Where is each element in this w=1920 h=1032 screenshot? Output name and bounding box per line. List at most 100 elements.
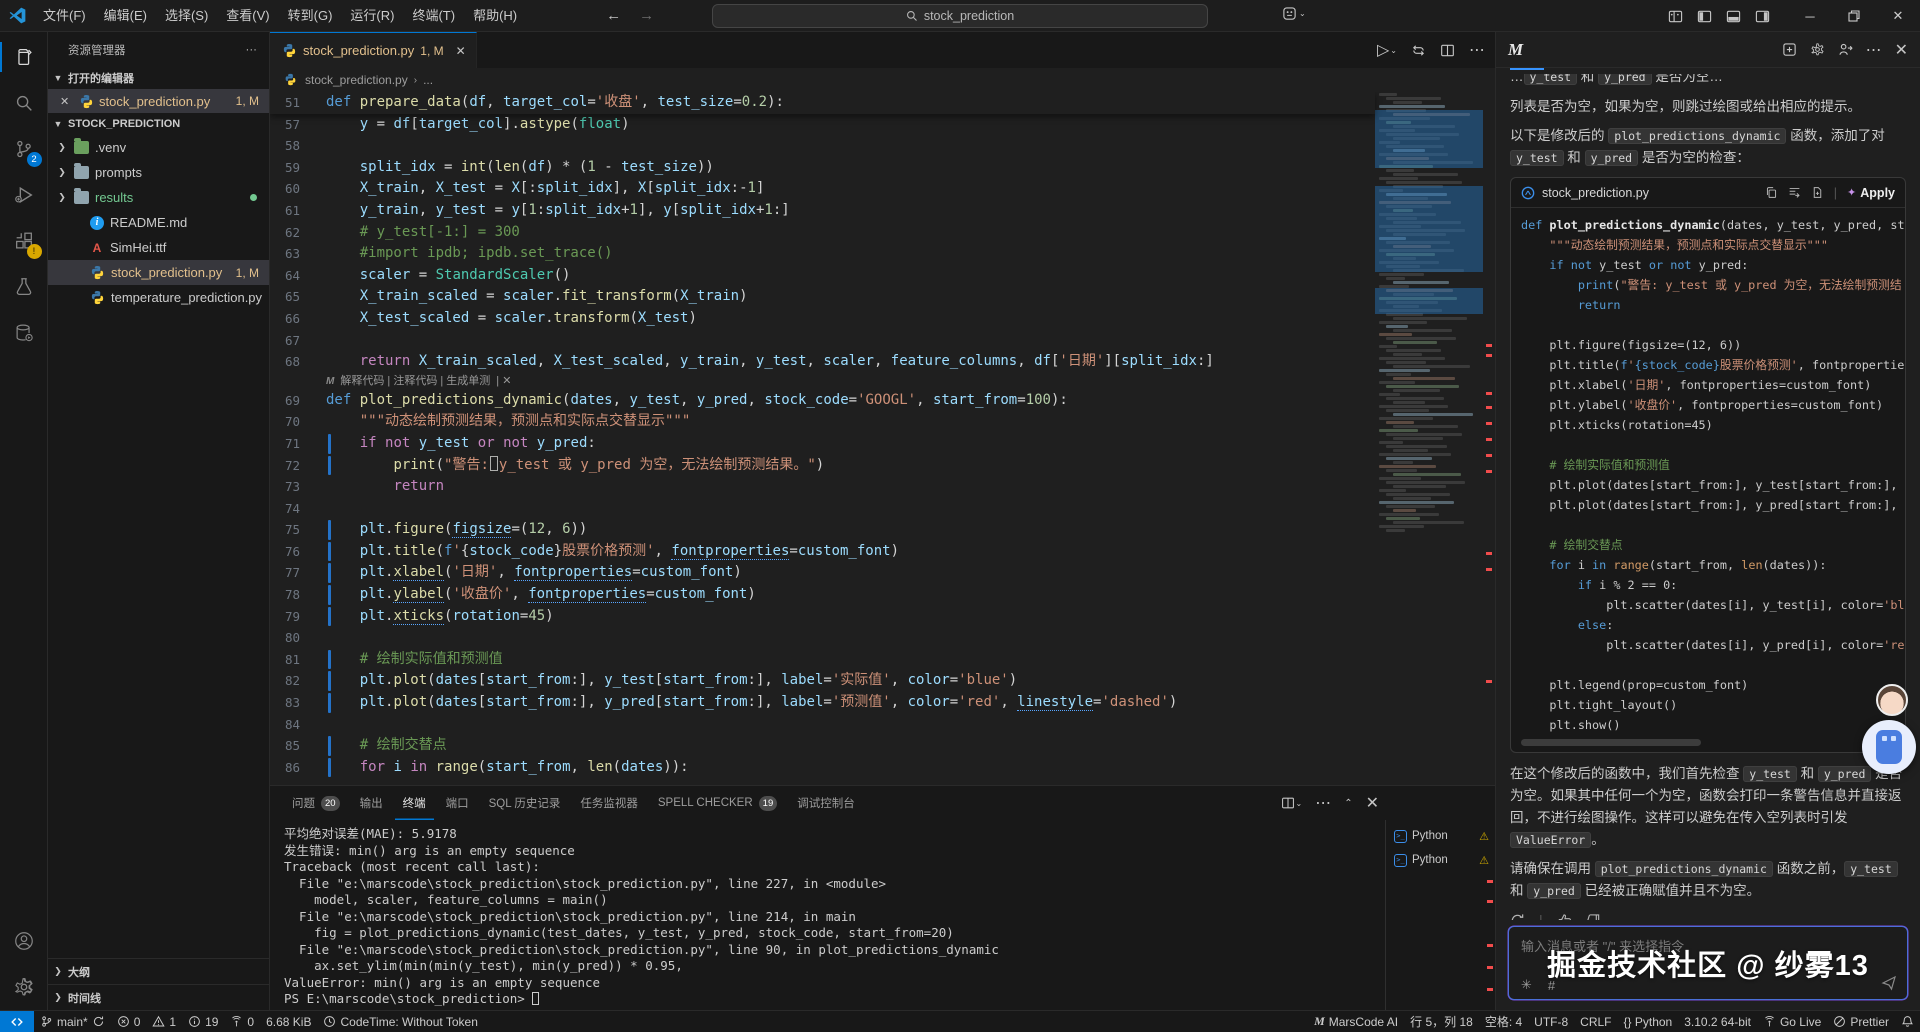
status-bell[interactable] [1895,1011,1920,1032]
regenerate-icon[interactable] [1510,913,1525,921]
new-file-code-icon[interactable] [1811,186,1824,199]
copy-code-icon[interactable] [1765,186,1778,199]
split-editor-icon[interactable] [1440,43,1455,58]
share-profile-icon[interactable] [1838,42,1853,57]
assistant-avatar[interactable] [1876,684,1908,716]
remote-indicator[interactable] [0,1011,34,1032]
run-debug-icon[interactable] [0,172,48,218]
insert-code-icon[interactable] [1788,186,1801,199]
menu-帮助H[interactable]: 帮助(H) [464,5,526,27]
file-item-README.md[interactable]: iREADME.md [48,210,269,235]
menu-选择S[interactable]: 选择(S) [156,5,217,27]
toggle-sidebar-icon[interactable] [1697,9,1712,24]
status-0[interactable]: 0 [224,1011,260,1032]
file-item-SimHei.ttf[interactable]: ASimHei.ttf [48,235,269,260]
toggle-panel-icon[interactable] [1726,9,1741,24]
status-0[interactable]: 0 [111,1011,147,1032]
file-item-.venv[interactable]: ❯.venv [48,135,269,160]
close-window-button[interactable]: ✕ [1876,0,1920,32]
status--python[interactable]: {} Python [1618,1011,1679,1032]
customize-layout-icon[interactable] [1668,9,1683,24]
codelens-actions[interactable]: M解释代码 | 注释代码 | 生成单测| ✕ [270,373,1375,390]
file-item-stock_prediction.py[interactable]: stock_prediction.py1, M [48,260,269,285]
restore-button[interactable] [1832,0,1876,32]
testing-icon[interactable] [0,264,48,310]
thumbs-down-icon[interactable] [1586,913,1601,921]
tab-stock-prediction[interactable]: stock_prediction.py 1, M ✕ [270,32,477,68]
panel-tab-输出[interactable]: 输出 [352,786,391,820]
source-control-icon[interactable]: 2 [0,126,48,172]
terminal-session-Python[interactable]: >_Python⚠ [1386,824,1495,848]
panel-close-icon[interactable]: ✕ [1366,793,1379,813]
status-1[interactable]: 1 [146,1011,182,1032]
status-空格-4[interactable]: 空格: 4 [1479,1011,1528,1032]
minimize-button[interactable]: ─ [1788,0,1832,32]
terminal-output[interactable]: 平均绝对误差(MAE): 5.9178发生错误: min() arg is an… [270,820,1385,1010]
workspace-root-section[interactable]: ▼STOCK_PREDICTION [48,113,269,135]
nav-forward-icon[interactable]: → [639,7,654,24]
send-message-icon[interactable] [1881,975,1897,991]
menu-文件F[interactable]: 文件(F) [34,5,95,27]
status-codetime-without-token[interactable]: CodeTime: Without Token [317,1011,483,1032]
status-utf-8[interactable]: UTF-8 [1528,1011,1574,1032]
open-editors-section[interactable]: ▼打开的编辑器 [48,67,269,89]
chat-messages[interactable]: …y_test 和 y_pred 是否为空… 列表是否为空，如果为空，则跳过绘图… [1496,68,1920,920]
editor-more-icon[interactable]: ⋯ [1469,40,1485,60]
menu-编辑E[interactable]: 编辑(E) [95,5,156,27]
toggle-secondary-sidebar-icon[interactable] [1755,9,1770,24]
thumbs-up-icon[interactable] [1557,913,1572,921]
sidebar-more-icon[interactable]: ··· [246,44,258,56]
sidebar-section-大纲[interactable]: ❯大纲 [48,958,269,984]
menu-运行R[interactable]: 运行(R) [341,5,403,27]
extensions-icon[interactable]: ! [0,218,48,264]
search-sidebar-icon[interactable] [0,80,48,126]
file-item-temperature_prediction.py[interactable]: temperature_prediction.py [48,285,269,310]
commands-icon[interactable]: ✳ [1521,977,1532,993]
new-chat-icon[interactable] [1782,42,1797,57]
status-prettier[interactable]: Prettier [1827,1011,1895,1032]
nav-back-icon[interactable]: ← [606,7,621,24]
panel-tab-调试控制台[interactable]: 调试控制台 [789,786,863,820]
status-crlf[interactable]: CRLF [1574,1011,1617,1032]
status-行-5-列-18[interactable]: 行 5，列 18 [1404,1011,1479,1032]
account-icon[interactable] [0,918,48,964]
panel-tab-任务监视器[interactable]: 任务监视器 [572,786,646,820]
explorer-icon[interactable] [0,34,48,80]
run-python-button[interactable]: ▷⌄ [1377,40,1397,60]
chat-settings-gear-icon[interactable] [1810,42,1825,57]
file-item-results[interactable]: ❯results [48,185,269,210]
command-center-search[interactable]: stock_prediction [712,4,1208,28]
breadcrumb[interactable]: stock_prediction.py › ... [270,68,1495,92]
code-editor[interactable]: 51def prepare_data(df, target_col='收盘', … [270,92,1495,785]
close-editor-icon[interactable]: ✕ [60,95,74,108]
menu-转到G[interactable]: 转到(G) [279,5,342,27]
open-editor-item[interactable]: ✕ stock_prediction.py 1, M [48,89,269,113]
tab-close-icon[interactable]: ✕ [456,44,466,58]
minimap[interactable] [1375,92,1483,785]
status-main-[interactable]: main* [34,1011,111,1032]
file-item-prompts[interactable]: ❯prompts [48,160,269,185]
floating-assistant-widget[interactable] [1862,720,1916,774]
status-19[interactable]: 19 [182,1011,224,1032]
panel-tab-问题[interactable]: 问题20 [284,786,348,820]
panel-tab-端口[interactable]: 端口 [438,786,477,820]
settings-gear-icon[interactable] [0,964,48,1010]
status-6-68-kib[interactable]: 6.68 KiB [260,1011,317,1032]
chat-close-icon[interactable]: ✕ [1895,40,1908,60]
database-icon[interactable] [0,310,48,356]
sidebar-section-时间线[interactable]: ❯时间线 [48,984,269,1010]
status-go-live[interactable]: Go Live [1757,1011,1827,1032]
menu-终端T[interactable]: 终端(T) [403,5,464,27]
menu-查看V[interactable]: 查看(V) [217,5,278,27]
panel-tab-终端[interactable]: 终端 [395,786,434,820]
panel-tab-SPELL CHECKER[interactable]: SPELL CHECKER19 [650,786,785,820]
code-card-scrollbar[interactable] [1521,739,1701,746]
terminal-split-icon[interactable]: ⌄ [1281,796,1303,810]
run-iteration-icon[interactable] [1411,43,1426,58]
status-marscode-ai[interactable]: MMarsCode AI [1308,1011,1404,1032]
apply-button[interactable]: ✦Apply [1847,182,1895,204]
terminal-session-Python[interactable]: >_Python⚠ [1386,848,1495,872]
panel-tab-SQL 历史记录[interactable]: SQL 历史记录 [481,786,569,820]
status-3-10-2-64-bit[interactable]: 3.10.2 64-bit [1678,1011,1757,1032]
panel-maximize-icon[interactable]: ⌃ [1344,798,1352,809]
